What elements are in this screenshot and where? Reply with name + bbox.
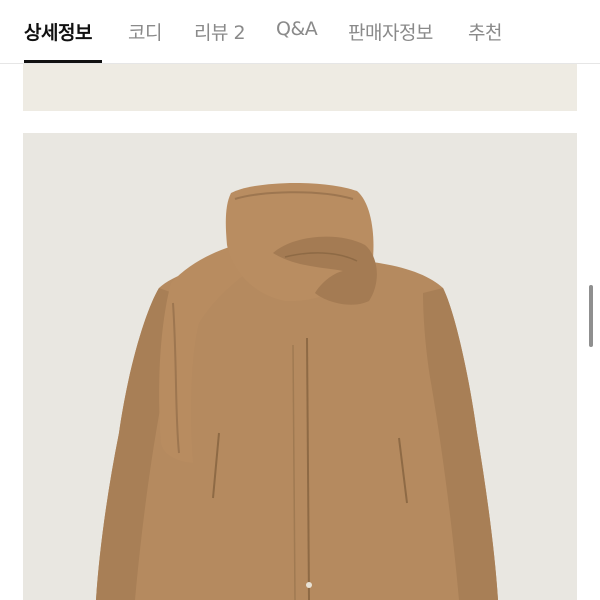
- product-image-coat: [23, 133, 577, 600]
- tab-qna[interactable]: Q&A: [276, 18, 318, 40]
- tab-reviews[interactable]: 리뷰 2: [194, 18, 246, 45]
- active-tab-indicator: [24, 60, 102, 63]
- product-image-top: [23, 64, 577, 111]
- tab-detail-info[interactable]: 상세정보: [24, 18, 92, 45]
- tab-coordi[interactable]: 코디: [128, 18, 162, 45]
- scrollbar[interactable]: [589, 285, 593, 347]
- tab-bar: 상세정보 코디 리뷰 2 Q&A 판매자정보 추천: [0, 0, 600, 64]
- tab-recommend[interactable]: 추천: [468, 18, 502, 45]
- coat-illustration: [96, 182, 498, 600]
- tab-seller-info[interactable]: 판매자정보: [348, 18, 433, 45]
